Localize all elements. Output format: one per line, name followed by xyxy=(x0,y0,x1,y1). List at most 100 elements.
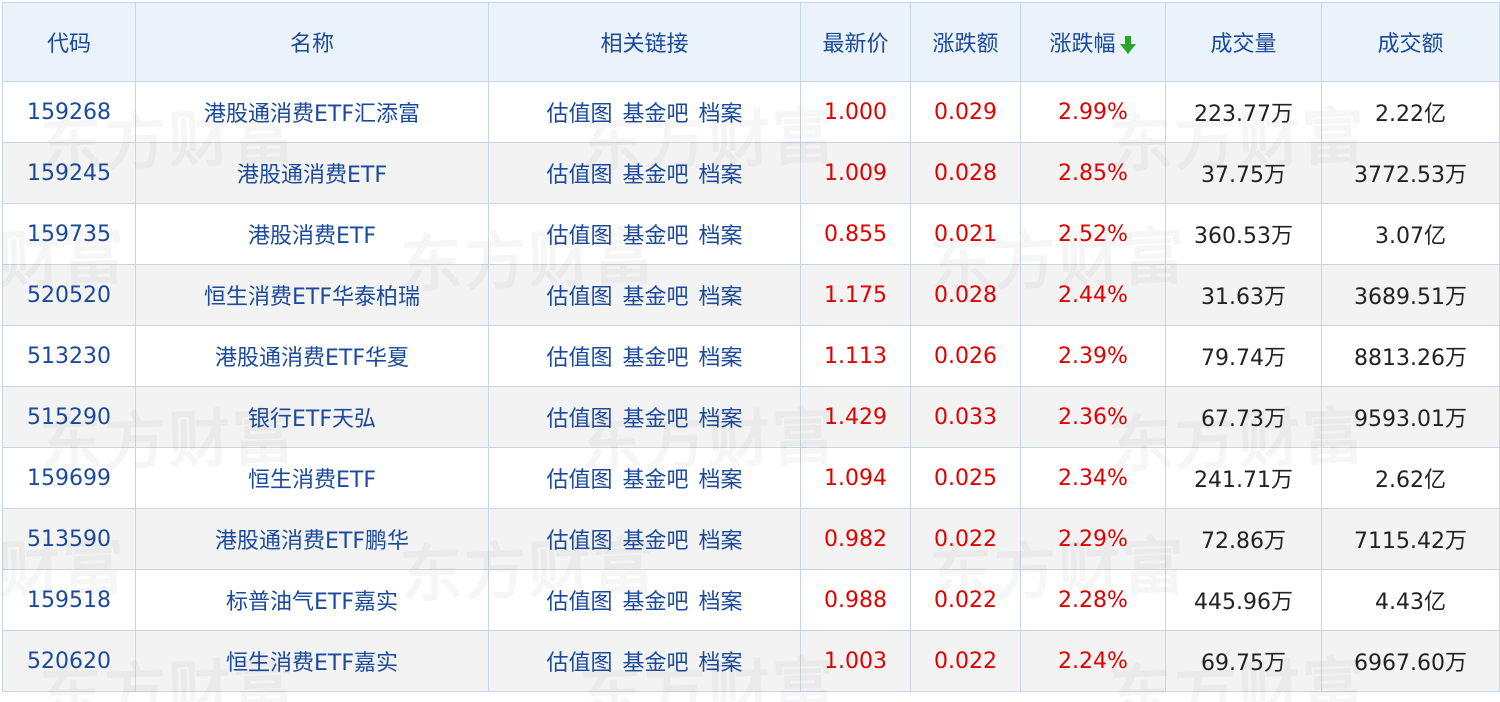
cell-code[interactable]: 520620 xyxy=(2,630,136,692)
link-fund-forum[interactable]: 基金吧 xyxy=(622,163,688,188)
cell-change-pct: 2.44% xyxy=(1020,264,1166,326)
cell-name-text[interactable]: 恒生消费ETF xyxy=(248,468,376,493)
cell-name-text[interactable]: 港股通消费ETF鹏华 xyxy=(215,529,409,554)
cell-code[interactable]: 159735 xyxy=(2,203,136,265)
cell-volume: 360.53万 xyxy=(1165,203,1322,265)
cell-name-text[interactable]: 港股通消费ETF华夏 xyxy=(215,346,409,371)
cell-code-text[interactable]: 520520 xyxy=(27,283,111,308)
link-fund-forum[interactable]: 基金吧 xyxy=(622,224,688,249)
link-fund-forum[interactable]: 基金吧 xyxy=(622,346,688,371)
link-profile[interactable]: 档案 xyxy=(699,163,743,188)
cell-links: 估值图 基金吧 档案 xyxy=(488,569,801,631)
cell-name[interactable]: 港股通消费ETF鹏华 xyxy=(135,508,489,570)
link-fund-forum[interactable]: 基金吧 xyxy=(622,407,688,432)
cell-name-text[interactable]: 港股通消费ETF xyxy=(237,163,387,188)
cell-code-text[interactable]: 159518 xyxy=(27,588,111,613)
cell-change: 0.028 xyxy=(910,142,1021,204)
cell-code[interactable]: 513230 xyxy=(2,325,136,387)
link-fund-forum[interactable]: 基金吧 xyxy=(622,102,688,127)
cell-links: 估值图 基金吧 档案 xyxy=(488,81,801,143)
cell-name-text[interactable]: 港股消费ETF xyxy=(248,224,376,249)
link-profile[interactable]: 档案 xyxy=(699,102,743,127)
cell-price-text: 0.982 xyxy=(824,526,887,552)
cell-name-text[interactable]: 银行ETF天弘 xyxy=(248,407,376,432)
header-volume[interactable]: 成交量 xyxy=(1165,2,1322,82)
cell-name[interactable]: 标普油气ETF嘉实 xyxy=(135,569,489,631)
table-header-row: 代码 名称 相关链接 最新价 涨跌额 涨跌幅 成交量 成交额 xyxy=(2,2,1500,82)
cell-name[interactable]: 银行ETF天弘 xyxy=(135,386,489,448)
link-valuation-chart[interactable]: 估值图 xyxy=(546,224,612,249)
link-valuation-chart[interactable]: 估值图 xyxy=(546,529,612,554)
link-valuation-chart[interactable]: 估值图 xyxy=(546,285,612,310)
link-profile[interactable]: 档案 xyxy=(699,651,743,676)
cell-name[interactable]: 港股消费ETF xyxy=(135,203,489,265)
cell-volume: 31.63万 xyxy=(1165,264,1322,326)
link-profile[interactable]: 档案 xyxy=(699,590,743,615)
cell-volume: 37.75万 xyxy=(1165,142,1322,204)
link-fund-forum[interactable]: 基金吧 xyxy=(622,590,688,615)
cell-amount: 2.62亿 xyxy=(1321,447,1500,509)
table-row: 520620 恒生消费ETF嘉实 估值图 基金吧 档案 1.003 0.022 2.24% 69… xyxy=(2,630,1500,692)
link-valuation-chart[interactable]: 估值图 xyxy=(546,102,612,127)
link-valuation-chart[interactable]: 估值图 xyxy=(546,651,612,676)
arrow-down-icon[interactable] xyxy=(1119,35,1137,55)
cell-code-text[interactable]: 159699 xyxy=(27,466,111,491)
cell-code[interactable]: 159518 xyxy=(2,569,136,631)
cell-code-text[interactable]: 513590 xyxy=(27,527,111,552)
header-name[interactable]: 名称 xyxy=(135,2,489,82)
cell-name[interactable]: 港股通消费ETF华夏 xyxy=(135,325,489,387)
cell-code-text[interactable]: 159245 xyxy=(27,161,111,186)
cell-code-text[interactable]: 159268 xyxy=(27,100,111,125)
link-valuation-chart[interactable]: 估值图 xyxy=(546,346,612,371)
cell-change-pct-text: 2.34% xyxy=(1058,465,1128,491)
cell-code[interactable]: 513590 xyxy=(2,508,136,570)
table-row: 513590 港股通消费ETF鹏华 估值图 基金吧 档案 0.982 0.022 2.29% 7… xyxy=(2,508,1500,570)
link-profile[interactable]: 档案 xyxy=(699,224,743,249)
header-amount-label: 成交额 xyxy=(1377,32,1444,57)
cell-name-text[interactable]: 恒生消费ETF华泰柏瑞 xyxy=(204,285,420,310)
cell-code[interactable]: 159699 xyxy=(2,447,136,509)
link-profile[interactable]: 档案 xyxy=(699,468,743,493)
cell-name-text[interactable]: 恒生消费ETF嘉实 xyxy=(226,651,398,676)
cell-code[interactable]: 159245 xyxy=(2,142,136,204)
cell-code[interactable]: 159268 xyxy=(2,81,136,143)
cell-change-text: 0.022 xyxy=(934,587,997,613)
cell-name-text[interactable]: 港股通消费ETF汇添富 xyxy=(204,102,420,127)
link-valuation-chart[interactable]: 估值图 xyxy=(546,163,612,188)
cell-code-text[interactable]: 513230 xyxy=(27,344,111,369)
link-profile[interactable]: 档案 xyxy=(699,346,743,371)
link-profile[interactable]: 档案 xyxy=(699,285,743,310)
header-change-pct[interactable]: 涨跌幅 xyxy=(1020,2,1166,82)
link-fund-forum[interactable]: 基金吧 xyxy=(622,468,688,493)
cell-code[interactable]: 520520 xyxy=(2,264,136,326)
cell-name-text[interactable]: 标普油气ETF嘉实 xyxy=(226,590,398,615)
link-fund-forum[interactable]: 基金吧 xyxy=(622,651,688,676)
link-profile[interactable]: 档案 xyxy=(699,407,743,432)
header-price-label: 最新价 xyxy=(822,32,889,57)
cell-code-text[interactable]: 159735 xyxy=(27,222,111,247)
link-fund-forum[interactable]: 基金吧 xyxy=(622,529,688,554)
cell-amount-text: 3772.53万 xyxy=(1354,163,1467,188)
link-valuation-chart[interactable]: 估值图 xyxy=(546,468,612,493)
link-valuation-chart[interactable]: 估值图 xyxy=(546,407,612,432)
link-fund-forum[interactable]: 基金吧 xyxy=(622,285,688,310)
cell-name[interactable]: 恒生消费ETF嘉实 xyxy=(135,630,489,692)
header-code[interactable]: 代码 xyxy=(2,2,136,82)
cell-volume-text: 445.96万 xyxy=(1194,590,1293,615)
cell-name[interactable]: 港股通消费ETF xyxy=(135,142,489,204)
header-change[interactable]: 涨跌额 xyxy=(910,2,1021,82)
cell-code-text[interactable]: 520620 xyxy=(27,649,111,674)
cell-name[interactable]: 港股通消费ETF汇添富 xyxy=(135,81,489,143)
cell-code[interactable]: 515290 xyxy=(2,386,136,448)
cell-name[interactable]: 恒生消费ETF华泰柏瑞 xyxy=(135,264,489,326)
link-valuation-chart[interactable]: 估值图 xyxy=(546,590,612,615)
cell-price-text: 1.000 xyxy=(824,99,887,125)
header-price[interactable]: 最新价 xyxy=(800,2,911,82)
cell-amount-text: 3689.51万 xyxy=(1354,285,1467,310)
header-change-label: 涨跌额 xyxy=(932,32,999,57)
cell-name[interactable]: 恒生消费ETF xyxy=(135,447,489,509)
cell-code-text[interactable]: 515290 xyxy=(27,405,111,430)
link-profile[interactable]: 档案 xyxy=(699,529,743,554)
header-amount[interactable]: 成交额 xyxy=(1321,2,1500,82)
cell-amount: 3772.53万 xyxy=(1321,142,1500,204)
